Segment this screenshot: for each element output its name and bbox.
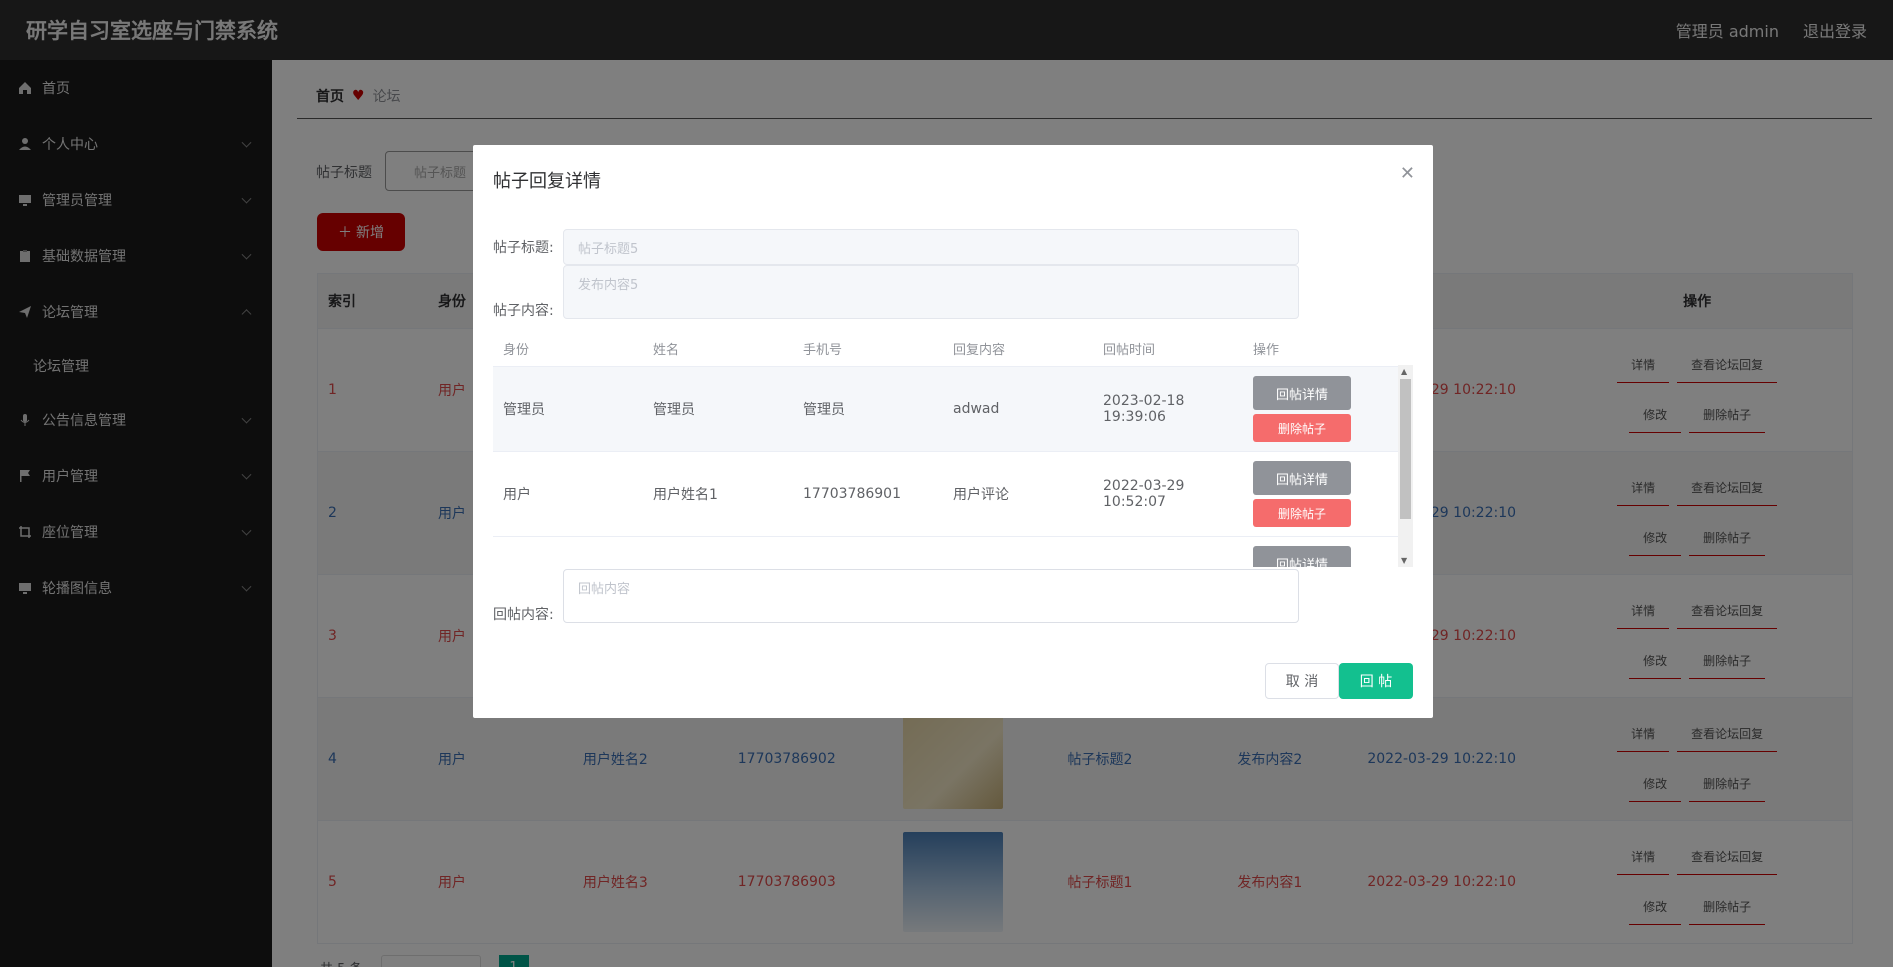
reply-detail-button[interactable]: 回帖详情 xyxy=(1253,461,1351,495)
reply-table-body[interactable]: 管理员 管理员 管理员 adwad 2023-02-18 19:39:06 回帖详情 删除帖… xyxy=(493,367,1413,567)
reply-content-input[interactable]: 回帖内容 xyxy=(563,569,1299,623)
reply-cell: 管理员 xyxy=(653,402,695,418)
post-title-field[interactable]: 帖子标题5 xyxy=(563,229,1299,265)
post-content-field[interactable]: 发布内容5 xyxy=(563,265,1299,319)
column-header: 操作 xyxy=(1253,343,1280,358)
submit-reply-button[interactable]: 回 帖 xyxy=(1339,663,1413,699)
scroll-down-icon[interactable]: ▼ xyxy=(1401,556,1407,565)
reply-actions: 回帖详情删除帖子 xyxy=(1243,546,1393,567)
post-content-label: 帖子内容: xyxy=(493,303,554,319)
column-header: 回复内容 xyxy=(953,343,1006,358)
reply-content-label: 回帖内容: xyxy=(493,607,554,623)
column-header: 回帖时间 xyxy=(1103,343,1156,358)
reply-cell: adwad xyxy=(953,401,1000,417)
reply-delete-button[interactable]: 删除帖子 xyxy=(1253,414,1351,442)
reply-row: 管理员 管理员 管理员 adwad 2023-02-18 19:39:06 回帖详情删除帖… xyxy=(493,367,1413,452)
reply-table-header: 身份 姓名 手机号 回复内容 回帖时间 操作 xyxy=(493,331,1413,367)
reply-buttons: 回帖详情删除帖子 xyxy=(1253,461,1393,527)
close-icon[interactable]: ✕ xyxy=(1400,163,1415,184)
reply-detail-dialog: 帖子回复详情 ✕ 帖子标题: 帖子标题5 帖子内容: 发布内容5 身份 姓名 手… xyxy=(473,145,1433,718)
reply-cell: 用户 xyxy=(503,487,531,503)
column-header: 手机号 xyxy=(803,343,843,358)
reply-scrollbar[interactable]: ▲ ▼ xyxy=(1398,365,1413,567)
reply-cell: 2023-02-18 19:39:06 xyxy=(1103,393,1185,425)
reply-cell: 管理员 xyxy=(803,402,845,418)
reply-row: 用户 用户姓名1 17703786901 用户评论 2022-03-29 10:52:0… xyxy=(493,452,1413,537)
reply-cell: 17703786901 xyxy=(803,486,901,502)
dialog-title: 帖子回复详情 xyxy=(493,171,601,192)
reply-cell: 2022-03-29 10:52:07 xyxy=(1103,478,1185,510)
post-title-label: 帖子标题: xyxy=(493,240,554,256)
column-header: 身份 xyxy=(503,343,530,358)
reply-buttons: 回帖详情删除帖子 xyxy=(1253,546,1393,567)
cancel-button[interactable]: 取 消 xyxy=(1265,663,1339,699)
scroll-thumb[interactable] xyxy=(1400,379,1411,519)
reply-buttons: 回帖详情删除帖子 xyxy=(1253,376,1393,442)
reply-cell: 用户姓名1 xyxy=(653,487,718,503)
scroll-up-icon[interactable]: ▲ xyxy=(1401,367,1407,376)
column-header: 姓名 xyxy=(653,343,680,358)
reply-actions: 回帖详情删除帖子 xyxy=(1243,376,1393,442)
reply-detail-button[interactable]: 回帖详情 xyxy=(1253,376,1351,410)
reply-row: 2022-03-29 10:49:0回帖详情删除帖子 xyxy=(493,537,1413,567)
reply-cell: 管理员 xyxy=(503,402,545,418)
reply-delete-button[interactable]: 删除帖子 xyxy=(1253,499,1351,527)
reply-actions: 回帖详情删除帖子 xyxy=(1243,461,1393,527)
reply-detail-button[interactable]: 回帖详情 xyxy=(1253,546,1351,567)
reply-cell: 用户评论 xyxy=(953,487,1009,503)
